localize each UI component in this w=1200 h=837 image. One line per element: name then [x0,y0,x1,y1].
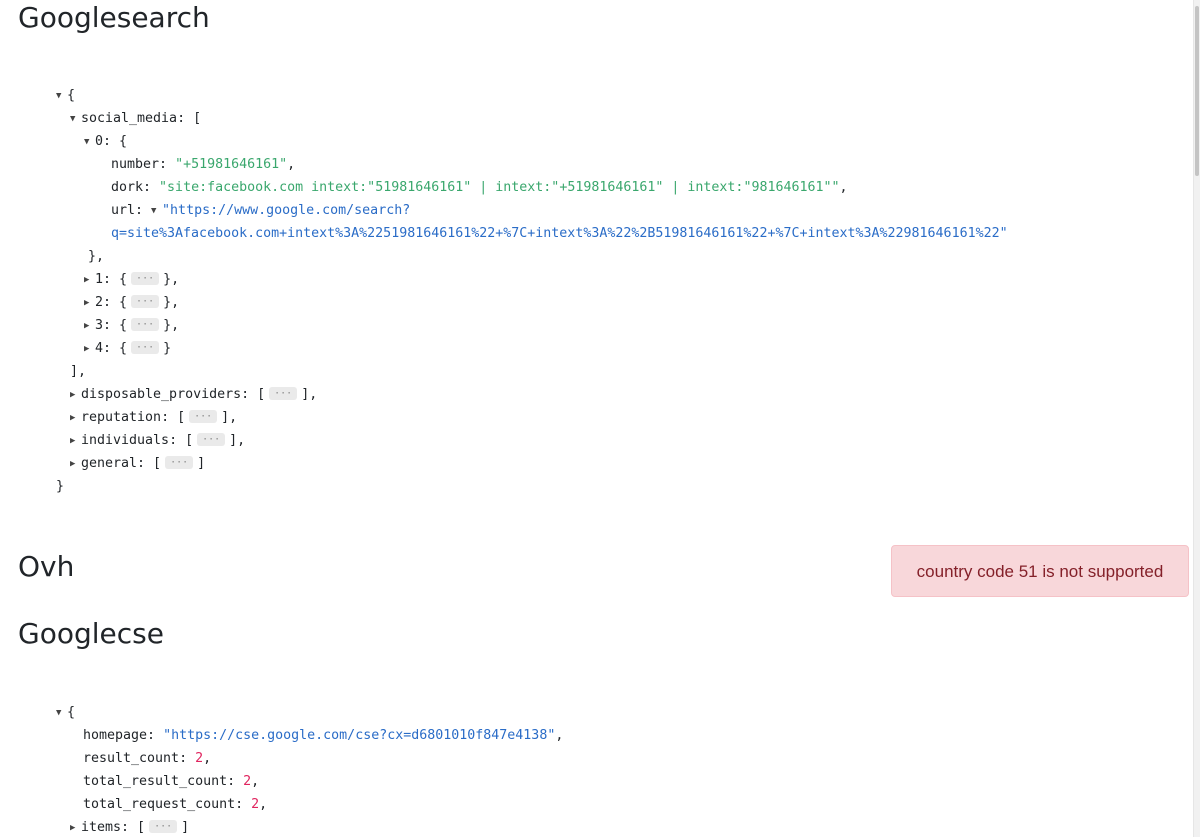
error-alert: country code 51 is not supported [891,545,1189,597]
section-title-ovh: Ovh [18,550,75,583]
section-title-googlecse: Googlecse [18,617,164,650]
json-key-reputation[interactable]: ▶ reputation: [···], [70,406,237,429]
collapsed-ellipsis[interactable]: ··· [131,272,160,285]
json-string-value: "+51981646161" [175,157,288,172]
triangle-right-icon[interactable]: ▶ [70,453,81,476]
json-field-number: number: "+51981646161", [111,157,296,172]
json-field-dork: dork: "site:facebook.com intext:"5198164… [111,180,848,195]
json-url-value[interactable]: "https://www.google.com/search? [162,203,410,218]
triangle-down-icon[interactable]: ▼ [56,85,67,108]
collapsed-ellipsis[interactable]: ··· [149,820,178,833]
json-field-url-continued: q=site%3Afacebook.com+intext%3A%22519816… [111,222,1008,245]
json-number-value: 2 [243,774,252,789]
collapsed-ellipsis[interactable]: ··· [131,318,160,331]
triangle-down-icon[interactable]: ▼ [151,200,162,223]
triangle-right-icon[interactable]: ▶ [84,269,95,292]
json-string-value: "site:facebook.com intext:"51981646161" … [159,180,840,195]
collapsed-ellipsis[interactable]: ··· [269,387,298,400]
json-url-value[interactable]: q=site%3Afacebook.com+intext%3A%22519816… [111,226,1008,241]
triangle-down-icon[interactable]: ▼ [56,702,67,725]
triangle-right-icon[interactable]: ▶ [84,338,95,361]
collapsed-ellipsis[interactable]: ··· [131,295,160,308]
triangle-right-icon[interactable]: ▶ [84,292,95,315]
json-root-line[interactable]: ▼{ [56,701,75,724]
json-item-collapsed[interactable]: ▶ 1: {···}, [84,268,179,291]
json-key-individuals[interactable]: ▶ individuals: [···], [70,429,245,452]
collapsed-ellipsis[interactable]: ··· [189,410,218,423]
collapsed-ellipsis[interactable]: ··· [131,341,160,354]
scrollbar-thumb[interactable] [1195,6,1199,176]
json-field-result-count: result_count: 2, [83,751,212,766]
triangle-right-icon[interactable]: ▶ [70,407,81,430]
json-field-homepage: homepage: "https://cse.google.com/cse?cx… [83,728,564,743]
section-title-googlesearch: Googlesearch [18,1,210,34]
triangle-right-icon[interactable]: ▶ [70,430,81,453]
json-number-value: 2 [251,797,260,812]
json-root-close: } [56,479,65,494]
triangle-right-icon[interactable]: ▶ [84,315,95,338]
json-key-general[interactable]: ▶ general: [···] [70,452,205,475]
json-close-social-media: ], [70,364,87,379]
json-key-items[interactable]: ▶ items: [···] [70,816,189,837]
json-field-total-request-count: total_request_count: 2, [83,797,268,812]
json-item-collapsed[interactable]: ▶ 3: {···}, [84,314,179,337]
vertical-scrollbar[interactable] [1193,0,1200,837]
json-item-collapsed[interactable]: ▶ 4: {···} [84,337,171,360]
results-page: Googlesearch ▼{ ▼ social_media: [ ▼ 0: { n… [0,0,1194,837]
json-number-value: 2 [195,751,204,766]
json-item-0[interactable]: ▼ 0: { [84,130,127,153]
json-url-value[interactable]: "https://cse.google.com/cse?cx=d6801010f… [163,728,555,743]
triangle-right-icon[interactable]: ▶ [70,384,81,407]
json-item-collapsed[interactable]: ▶ 2: {···}, [84,291,179,314]
json-root-line[interactable]: ▼{ [56,84,75,107]
triangle-down-icon[interactable]: ▼ [84,131,95,154]
triangle-right-icon[interactable]: ▶ [70,817,81,837]
collapsed-ellipsis[interactable]: ··· [165,456,194,469]
json-field-url: url: ▼ "https://www.google.com/search? [111,199,410,222]
json-field-total-result-count: total_result_count: 2, [83,774,260,789]
json-close-item-0: }, [88,249,105,264]
collapsed-ellipsis[interactable]: ··· [197,433,226,446]
triangle-down-icon[interactable]: ▼ [70,108,81,131]
json-key-disposable-providers[interactable]: ▶ disposable_providers: [···], [70,383,317,406]
json-key-social-media[interactable]: ▼ social_media: [ [70,107,201,130]
